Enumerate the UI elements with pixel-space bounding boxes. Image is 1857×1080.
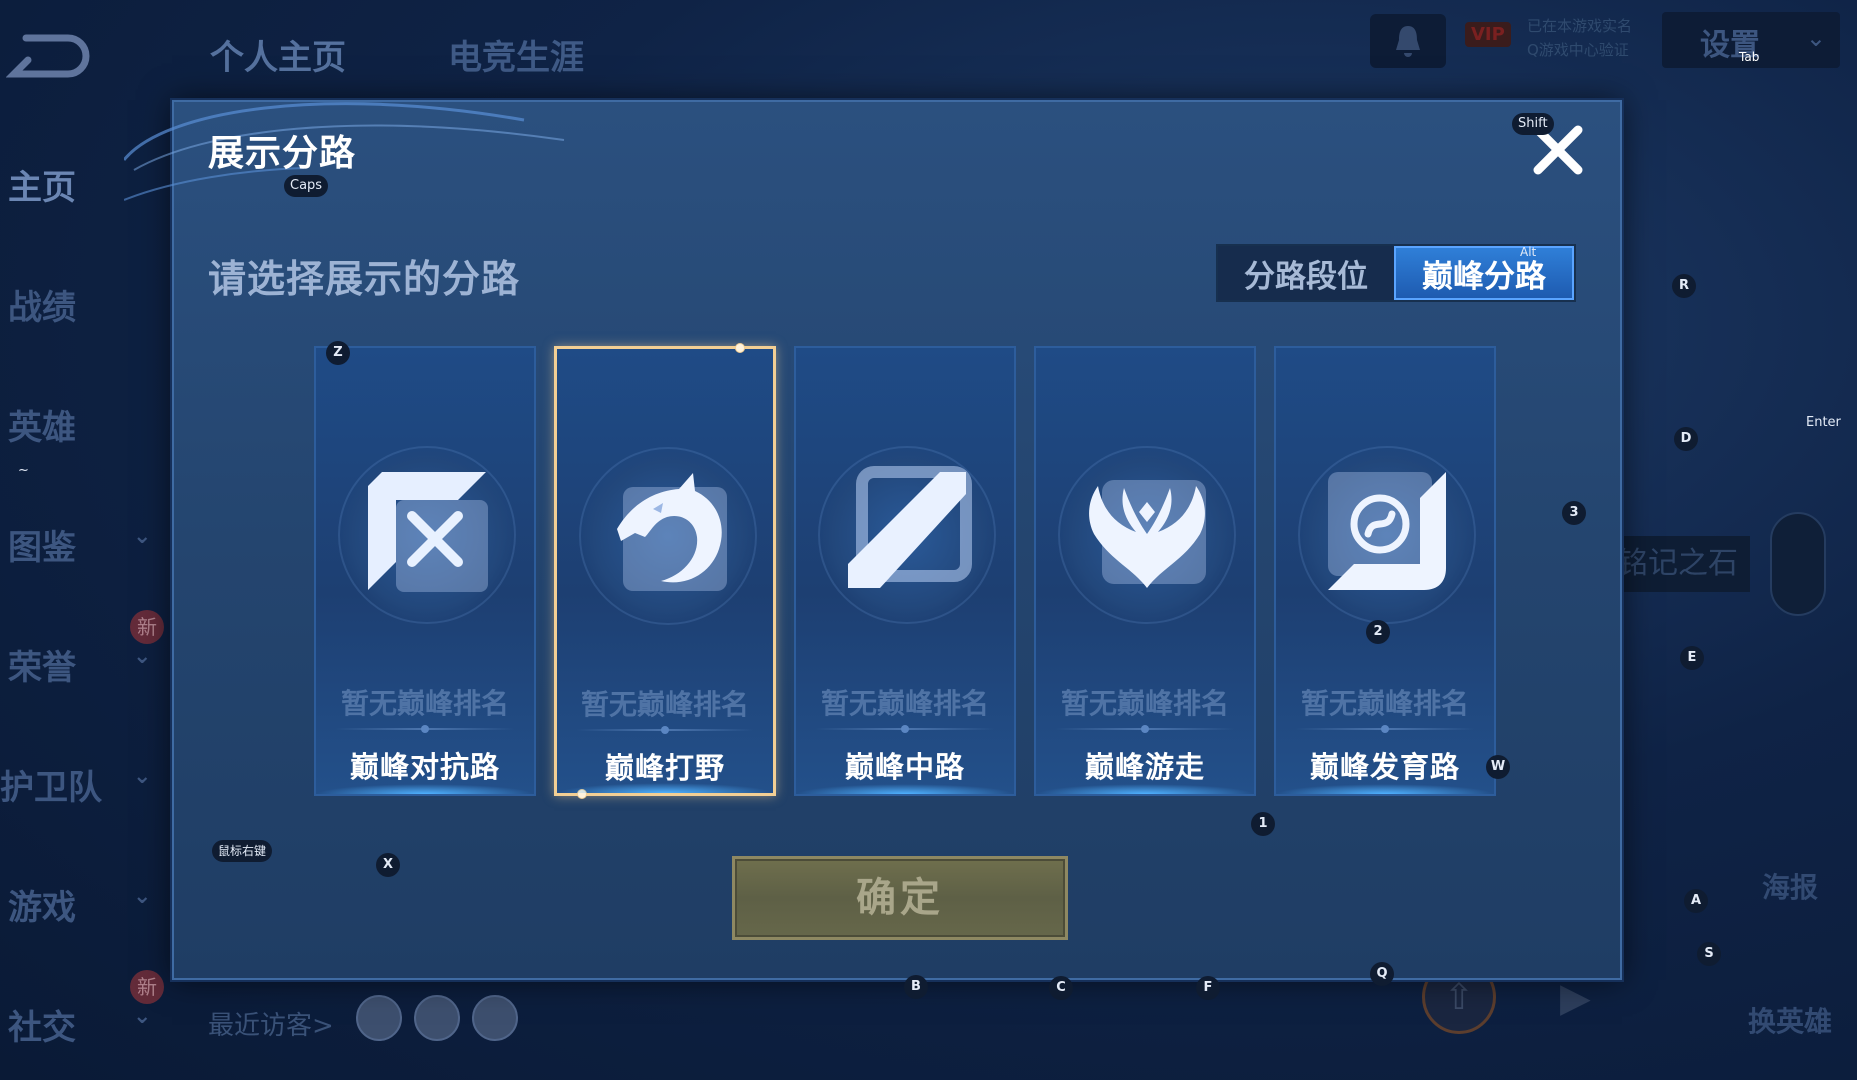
recent-visitors-link[interactable]: 最近访客>: [208, 1005, 334, 1042]
lane-card-roam[interactable]: 暂无巅峰排名 巅峰游走: [1034, 346, 1256, 796]
rank-status-text: 暂无巅峰排名: [1300, 687, 1469, 720]
key-hint-shift: Shift: [1512, 113, 1554, 135]
bell-icon[interactable]: [1370, 14, 1446, 68]
sidebar-item-label: 英雄: [8, 408, 76, 448]
key-hint-x: X: [376, 853, 400, 877]
sidebar-item-codex[interactable]: 图鉴 ⌄: [8, 520, 151, 569]
farm-lane-icon: [1328, 472, 1446, 590]
dialog-title: 展示分路: [208, 133, 357, 174]
key-hint-z: Z: [326, 341, 350, 365]
select-lane-prompt: 请选择展示的分路: [208, 257, 521, 301]
divider: [336, 725, 514, 733]
poster-label[interactable]: 海报: [1762, 866, 1818, 906]
jungle-dragon-icon: [617, 473, 727, 591]
rank-status-text: 暂无巅峰排名: [820, 687, 989, 720]
title-swoosh-decoration: [124, 102, 565, 201]
lane-name: 巅峰游走: [1084, 750, 1205, 784]
sidebar-item-label: 战绩: [8, 288, 76, 328]
lane-card-farm[interactable]: 暂无巅峰排名 巅峰发育路: [1274, 346, 1496, 796]
key-hint-c: C: [1049, 976, 1073, 1000]
lane-name: 巅峰中路: [844, 750, 965, 784]
key-hint-s: S: [1697, 942, 1721, 966]
mid-lane-icon: [848, 466, 972, 588]
chevron-down-icon: ⌄: [133, 524, 152, 549]
play-icon[interactable]: ▶: [1560, 975, 1591, 1021]
new-badge: 新: [130, 970, 164, 1004]
lane-name: 巅峰打野: [604, 751, 725, 785]
divider: [1296, 725, 1474, 733]
rank-status-text: 暂无巅峰排名: [340, 687, 509, 720]
chevron-down-icon: ⌄: [133, 764, 152, 789]
lane-display-dialog: 展示分路 请选择展示的分路 分路段位 巅峰分路 暂无巅峰排名 巅峰对抗路 暂无巅…: [124, 100, 1622, 980]
chevron-down-icon: ⌄: [1805, 24, 1826, 52]
sidebar-item-label: 图鉴: [8, 528, 76, 568]
tab-esports-career[interactable]: 电竞生涯: [448, 30, 584, 79]
chevron-down-icon: ⌄: [133, 644, 152, 669]
sidebar-item-label: 主页: [8, 168, 76, 208]
key-hint-a: A: [1684, 889, 1708, 913]
tab-personal-home[interactable]: 个人主页: [210, 30, 346, 79]
sidebar-item-guard-team[interactable]: 护卫队 ⌄: [0, 760, 151, 809]
key-hint-alt: Alt: [1520, 245, 1537, 259]
key-hint-enter: Enter: [1806, 415, 1841, 430]
switch-hero-label[interactable]: 换英雄: [1748, 1000, 1832, 1040]
rank-status-text: 暂无巅峰排名: [1060, 687, 1229, 720]
back-arrow-icon[interactable]: [5, 30, 92, 80]
key-hint-e: E: [1680, 646, 1704, 670]
clash-lane-icon: [368, 472, 488, 592]
lane-name: 巅峰发育路: [1309, 750, 1460, 784]
lane-card-jungle[interactable]: 暂无巅峰排名 巅峰打野: [554, 343, 776, 799]
sidebar-item-record[interactable]: 战绩: [8, 280, 76, 329]
key-hint-1: 1: [1251, 812, 1275, 836]
key-hint-d: D: [1674, 427, 1698, 451]
side-pill-buttons[interactable]: [1770, 512, 1826, 616]
key-hint-2: 2: [1366, 620, 1390, 644]
key-hint-f: F: [1196, 976, 1220, 1000]
avatar[interactable]: [356, 995, 402, 1041]
new-badge: 新: [130, 610, 164, 644]
vip-note-line: Q游戏中心验证: [1527, 41, 1629, 59]
roam-wings-icon: [1089, 480, 1206, 588]
confirm-button[interactable]: 确定: [732, 856, 1068, 940]
key-hint-w: W: [1486, 755, 1510, 779]
key-hint-r: R: [1672, 274, 1696, 298]
lane-name: 巅峰对抗路: [349, 750, 500, 784]
sidebar-item-home[interactable]: 主页: [8, 160, 76, 209]
sidebar-item-social[interactable]: 社交 ⌄: [8, 1000, 151, 1049]
rank-status-text: 暂无巅峰排名: [580, 688, 749, 721]
tab-peak-lane[interactable]: 巅峰分路: [1394, 246, 1574, 300]
vip-note-line: 已在本游戏实名: [1527, 17, 1633, 35]
selection-corner-dot: [577, 789, 587, 799]
divider: [577, 726, 753, 734]
vip-note: 已在本游戏实名 Q游戏中心验证: [1527, 14, 1632, 62]
selection-corner-dot: [735, 343, 745, 353]
tab-lane-rank[interactable]: 分路段位: [1218, 246, 1394, 300]
vip-badge[interactable]: VIP: [1465, 22, 1511, 47]
avatar[interactable]: [472, 995, 518, 1041]
sidebar-item-label: 社交: [8, 1008, 76, 1048]
lane-card-list: 暂无巅峰排名 巅峰对抗路 暂无巅峰排名 巅峰打野 暂无巅峰排名 巅峰中路 暂无巅…: [314, 343, 1496, 799]
key-hint-tab: Tab: [1739, 50, 1760, 64]
sidebar-item-label: 荣誉: [8, 648, 76, 688]
divider: [1056, 725, 1234, 733]
sidebar-item-label: 游戏: [8, 888, 76, 928]
avatar[interactable]: [414, 995, 460, 1041]
key-hint-tilde: ~: [18, 463, 29, 478]
chevron-down-icon: ⌄: [133, 884, 152, 909]
sidebar-item-game[interactable]: 游戏 ⌄: [8, 880, 151, 929]
sidebar-item-honor[interactable]: 荣誉 ⌄: [8, 640, 151, 689]
key-hint-mouse-right: 鼠标右键: [212, 840, 273, 862]
chevron-down-icon: ⌄: [133, 1004, 152, 1029]
sidebar-item-label: 护卫队: [0, 768, 102, 808]
divider: [816, 725, 994, 733]
sidebar-item-heroes[interactable]: 英雄: [8, 400, 76, 449]
key-hint-3: 3: [1562, 501, 1586, 525]
memorial-stone-label[interactable]: 铭记之石: [1612, 536, 1750, 592]
lane-card-mid[interactable]: 暂无巅峰排名 巅峰中路: [794, 346, 1016, 796]
key-hint-q: Q: [1370, 962, 1394, 986]
lane-card-clash[interactable]: 暂无巅峰排名 巅峰对抗路: [314, 346, 536, 796]
key-hint-caps: Caps: [284, 175, 329, 197]
key-hint-b: B: [904, 975, 928, 999]
